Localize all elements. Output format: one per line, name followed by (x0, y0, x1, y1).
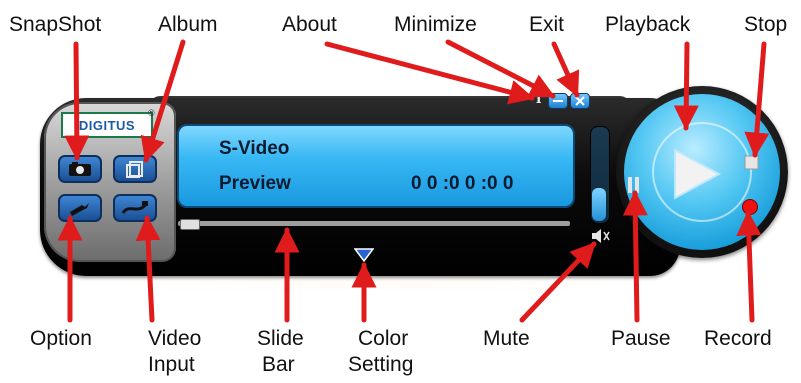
timecode-display: 0 0 :0 0 :0 0 (411, 173, 514, 194)
triangle-down-icon (354, 248, 374, 262)
option-button[interactable] (58, 194, 102, 222)
minimize-icon (553, 100, 563, 102)
close-icon (575, 96, 585, 106)
album-button[interactable] (113, 155, 157, 183)
slide-bar-thumb[interactable] (180, 219, 200, 230)
callout-record: Record (704, 327, 772, 350)
play-icon (674, 148, 722, 200)
minimize-button[interactable] (548, 93, 568, 109)
pause-icon (628, 177, 639, 193)
about-button[interactable]: i (536, 91, 541, 107)
source-label: S-Video (219, 138, 290, 159)
mode-label: Preview (219, 173, 291, 194)
video-screen: S-Video Preview 0 0 :0 0 :0 0 (177, 124, 575, 208)
color-setting-button[interactable] (354, 248, 374, 262)
callout-minimize: Minimize (394, 13, 477, 36)
digitus-logo: DIGITUS (61, 112, 153, 138)
callout-stop: Stop (744, 13, 788, 36)
callout-option: Option (30, 327, 92, 350)
stop-button[interactable] (744, 155, 760, 171)
callout-exit: Exit (529, 13, 565, 36)
callout-pause: Pause (611, 327, 671, 350)
callout-playback: Playback (605, 13, 691, 36)
callout-video-input-line1: Video (148, 327, 202, 350)
pause-button[interactable] (626, 175, 642, 195)
slide-bar-track[interactable] (178, 221, 570, 226)
arrow-exit (551, 41, 580, 98)
playback-button[interactable] (671, 146, 723, 202)
mute-button[interactable] (590, 228, 610, 244)
volume-level (592, 188, 606, 221)
callout-color-setting-line1: Color (358, 327, 409, 350)
callout-color-setting-line2: Setting (348, 353, 414, 376)
speaker-icon (592, 229, 610, 243)
callout-slide-bar-line1: Slide (257, 327, 304, 350)
callout-album: Album (158, 13, 218, 36)
callout-about: About (282, 13, 337, 36)
cable-icon (121, 201, 148, 214)
video-input-button[interactable] (113, 194, 157, 222)
callout-slide-bar-line2: Bar (262, 353, 295, 376)
callout-mute: Mute (483, 327, 530, 350)
stop-icon (744, 155, 759, 170)
snapshot-button[interactable] (58, 155, 102, 183)
arrow-minimize (445, 39, 556, 99)
camera-icon (69, 162, 91, 176)
album-icon (126, 161, 143, 178)
callout-snapshot: SnapShot (9, 13, 102, 36)
logo-text: DIGITUS (78, 117, 136, 133)
callout-video-input-line2: Input (148, 353, 195, 376)
wrench-icon (70, 203, 89, 216)
record-button[interactable] (742, 199, 758, 215)
exit-button[interactable] (570, 93, 590, 109)
registered-mark: ® (148, 108, 155, 118)
